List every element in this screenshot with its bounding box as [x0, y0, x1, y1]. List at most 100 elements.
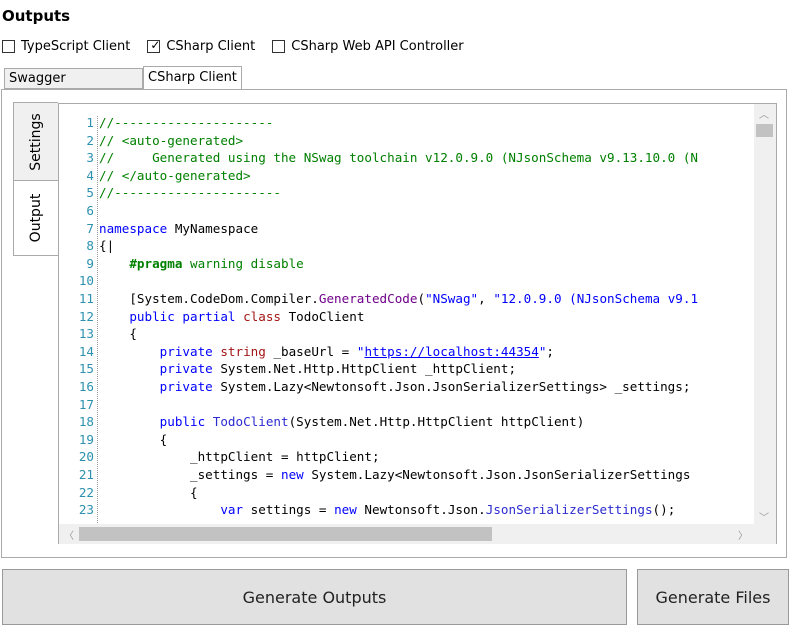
- line-number: 6: [86, 203, 94, 218]
- checkmark-icon: ✓: [150, 37, 161, 52]
- code-token: new: [280, 467, 304, 482]
- line-number: 22: [78, 484, 94, 500]
- code-token: _settings =: [99, 467, 281, 482]
- typescript-client-checkbox[interactable]: TypeScript Client: [2, 39, 130, 54]
- line-number: 5: [86, 185, 94, 201]
- chevron-left-icon[interactable]: 〈: [64, 527, 74, 542]
- code-token: {: [99, 484, 198, 500]
- code-token: class: [243, 308, 282, 324]
- vertical-scrollbar[interactable]: [754, 104, 776, 524]
- checkbox-box[interactable]: [272, 39, 286, 53]
- line-number: 3: [86, 150, 94, 166]
- generate-files-button[interactable]: Generate Files: [637, 569, 789, 625]
- code-token: string: [220, 343, 266, 359]
- tab-settings-label: Settings: [28, 113, 44, 171]
- code-token: TodoClient: [281, 308, 365, 324]
- code-text: {: [99, 325, 137, 343]
- line-number: 9: [86, 255, 94, 271]
- gutter-divider: [97, 116, 98, 523]
- code-token: // <auto-generated>: [99, 132, 244, 148]
- code-token: System.Net.Http.HttpClient _httpClient;: [212, 361, 517, 377]
- code-token: https://localhost:44354: [364, 343, 539, 359]
- code-text: [System.CodeDom.Compiler.GeneratedCode("…: [99, 290, 698, 308]
- code-text: _httpClient = httpClient;: [99, 448, 380, 466]
- code-text: // </auto-generated>: [99, 167, 251, 185]
- code-text: var settings = new Newtonsoft.Json.JsonS…: [99, 501, 675, 519]
- line-number: 4: [86, 167, 94, 183]
- line-number: 17: [78, 396, 94, 412]
- line-number: 18: [78, 414, 94, 430]
- line-number: 7: [86, 220, 94, 236]
- chevron-up-icon[interactable]: ︿: [759, 106, 769, 121]
- code-token: ;: [546, 343, 555, 359]
- code-token: new: [334, 502, 357, 518]
- csharp-web-api-controller-checkbox[interactable]: CSharp Web API Controller: [272, 38, 464, 54]
- scrollbar-corner: [754, 524, 776, 544]
- code-token: {|: [99, 238, 115, 254]
- line-number: 1: [86, 115, 94, 130]
- checkbox-label: TypeScript Client: [21, 38, 131, 54]
- line-number: 15: [78, 361, 94, 377]
- code-editor[interactable]: 1 //--------------------- 2 // <auto-genera…: [58, 103, 777, 544]
- code-token: settings =: [243, 502, 335, 518]
- line-number: 20: [78, 449, 94, 465]
- checkbox-box[interactable]: ✓: [147, 37, 161, 53]
- csharp-client-checkbox[interactable]: ✓ CSharp Client: [147, 37, 255, 54]
- code-text: // Generated using the NSwag toolchain v…: [99, 149, 698, 167]
- line-number: 16: [78, 379, 94, 394]
- code-token: // Generated using the NSwag toolchain v…: [99, 150, 698, 166]
- code-text: // <auto-generated>: [99, 132, 243, 150]
- code-token: [System.CodeDom.Compiler.: [99, 291, 319, 306]
- code-token: warning disable: [182, 255, 304, 271]
- line-number: 2: [86, 132, 94, 148]
- code-token: MyNamespace: [167, 220, 259, 236]
- generate-outputs-button[interactable]: Generate Outputs: [2, 569, 627, 625]
- code-text: {: [99, 484, 198, 502]
- code-token: "NSwag": [425, 291, 479, 306]
- tab-settings[interactable]: Settings: [13, 102, 58, 182]
- horizontal-scroll-thumb[interactable]: [79, 527, 492, 541]
- code-token: ();: [652, 502, 676, 518]
- code-token: JsonSerializerSettings: [485, 502, 653, 518]
- code-token: Newtonsoft.Json.: [356, 502, 486, 518]
- code-text: namespace MyNamespace: [99, 220, 258, 238]
- code-token: {: [99, 431, 168, 447]
- line-number: 23: [78, 502, 94, 518]
- code-token: TodoClient: [212, 414, 289, 430]
- code-text: private System.Net.Http.HttpClient _http…: [99, 360, 516, 378]
- tab-output-label: Output: [28, 193, 44, 243]
- code-token: _baseUrl =: [265, 343, 357, 359]
- code-token: namespace: [99, 220, 168, 236]
- line-number: 12: [78, 308, 94, 324]
- line-number: 21: [78, 467, 94, 482]
- chevron-right-icon[interactable]: 〉: [738, 527, 748, 542]
- code-token: (: [417, 291, 426, 306]
- vertical-scroll-thumb[interactable]: [756, 124, 773, 137]
- line-number: 10: [78, 273, 94, 289]
- line-number: 11: [78, 291, 94, 306]
- code-token: (System.Net.Http.HttpClient httpClient): [288, 414, 585, 430]
- checkbox-label: CSharp Web API Controller: [291, 38, 464, 54]
- code-text: private string _baseUrl = "https://local…: [99, 343, 554, 361]
- code-token: System.Lazy<Newtonsoft.Json.JsonSerializ…: [212, 379, 691, 394]
- code-text: //----------------------: [99, 184, 281, 202]
- code-token: "12.0.9.0 (NJsonSchema v9.1: [493, 291, 699, 306]
- checkbox-box[interactable]: [2, 39, 15, 53]
- tab-output[interactable]: Output: [13, 180, 58, 256]
- chevron-down-icon[interactable]: ﹀: [759, 509, 769, 524]
- code-token: public: [159, 414, 206, 430]
- code-token: GeneratedCode: [318, 291, 418, 306]
- tab-swagger-specification[interactable]: Swagger Specification: [4, 68, 143, 106]
- code-token: public partial: [129, 308, 236, 324]
- code-text: {|: [99, 237, 114, 255]
- code-text: private System.Lazy<Newtonsoft.Json.Json…: [99, 378, 691, 396]
- code-token: System.Lazy<Newtonsoft.Json.JsonSerializ…: [303, 467, 691, 482]
- tab-csharp-client[interactable]: CSharp Client: [143, 66, 242, 90]
